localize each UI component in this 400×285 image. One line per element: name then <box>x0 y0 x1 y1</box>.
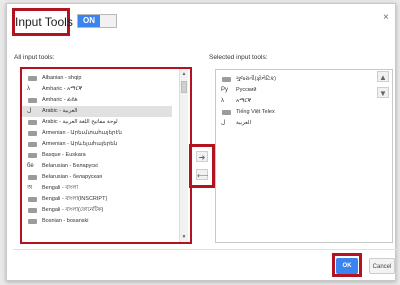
keyboard-icon <box>28 153 37 158</box>
selected-input-tools-list[interactable]: ગુજરાતી(ફોનેટિક) Py Русский λ አማርኛ Tiếng Việt… <box>215 69 393 243</box>
list-item-label: Arabic - العربية <box>42 108 78 114</box>
left-list-scrollbar[interactable]: ▲ ▼ <box>179 69 188 242</box>
ok-button[interactable]: OK <box>336 258 358 274</box>
move-down-icon[interactable]: ▼ <box>377 87 389 98</box>
keyboard-icon <box>28 131 37 136</box>
list-item[interactable]: Amharic - ፊደል <box>22 95 172 106</box>
list-item-label: Armenian - Արևելահայերեն <box>42 141 118 147</box>
list-item[interactable]: ગુજરાતી(ફોનેટિક) <box>216 74 366 85</box>
on-off-toggle[interactable]: ON <box>77 14 117 28</box>
cancel-button[interactable]: Cancel <box>369 258 395 274</box>
list-item-label: Русский <box>236 87 257 93</box>
list-item[interactable]: Basque - Euskara <box>22 150 172 161</box>
list-item[interactable]: Armenian - Արեւմտահայերէն <box>22 128 172 139</box>
list-item[interactable]: Py Русский <box>216 85 366 96</box>
list-item[interactable]: Albanian - shqip <box>22 73 172 84</box>
list-item-label: Amharic - ፊደል <box>42 97 78 103</box>
list-item[interactable]: Bosnian - bosanski <box>22 216 172 227</box>
list-item-label: Albanian - shqip <box>42 75 82 81</box>
list-item-label: Bengali - বাংলা(ফোনেটিক) <box>42 207 104 213</box>
list-item-label: العربية <box>236 120 252 126</box>
list-item-label: Bosnian - bosanski <box>42 218 89 224</box>
all-input-tools-list[interactable]: Albanian - shqip λ Amharic - አማርኛ Amharic -… <box>20 67 192 244</box>
list-item-label: ગુજરાતી(ફોનેટિક) <box>236 76 277 82</box>
lambda-icon: λ <box>27 86 30 92</box>
text-icon: бе <box>27 163 34 169</box>
list-item-label: Arabic - لوحة مفاتيح اللغة العربية <box>42 119 118 125</box>
add-right-arrow-icon[interactable]: ➜ <box>196 151 208 162</box>
list-item-label: Belarusian - беларуская <box>42 174 103 180</box>
list-item-label: Belarusian - Беларускі <box>42 163 98 169</box>
list-item[interactable]: Armenian - Արևելահայերեն <box>22 139 172 150</box>
list-item-label: Bengali - বাংলা(INSCRIPT) <box>42 196 108 202</box>
list-item[interactable]: Bengali - বাংলা(INSCRIPT) <box>22 194 172 205</box>
list-item-label: Armenian - Արեւմտահայերէն <box>42 130 122 136</box>
keyboard-icon <box>28 175 37 180</box>
scroll-up-icon[interactable]: ▲ <box>181 71 187 77</box>
list-item[interactable]: অ Bengali - বাংলা <box>22 183 172 194</box>
list-item[interactable]: ل العربية <box>216 118 366 129</box>
lambda-icon: λ <box>221 98 224 104</box>
all-input-tools-label: All input tools: <box>14 54 55 61</box>
list-item[interactable]: Bengali - বাংলা(ফোনেটিক) <box>22 205 172 216</box>
keyboard-icon <box>28 197 37 202</box>
bengali-icon: অ <box>27 185 33 191</box>
keyboard-icon <box>222 110 231 115</box>
list-item[interactable]: λ Amharic - አማርኛ <box>22 84 172 95</box>
keyboard-icon <box>28 208 37 213</box>
close-icon[interactable]: × <box>383 12 389 23</box>
toggle-on-label: ON <box>78 15 100 27</box>
dialog-title: Input Tools <box>15 15 73 29</box>
list-item-label: Amharic - አማርኛ <box>42 86 83 92</box>
remove-left-arrow-icon[interactable]: ⟵ <box>196 169 208 180</box>
list-item-label: Bengali - বাংলা <box>42 185 78 191</box>
arabic-icon: ل <box>221 120 226 126</box>
move-buttons-highlight-box: ➜ ⟵ <box>189 144 215 188</box>
input-tools-dialog: Input Tools ON × All input tools: Select… <box>6 3 400 281</box>
keyboard-icon <box>222 77 231 82</box>
list-item[interactable]: бе Belarusian - Беларускі <box>22 161 172 172</box>
keyboard-icon <box>28 142 37 147</box>
scrollbar-thumb[interactable] <box>181 81 187 93</box>
list-item[interactable]: Arabic - لوحة مفاتيح اللغة العربية <box>22 117 172 128</box>
list-item[interactable]: λ አማርኛ <box>216 96 366 107</box>
list-item-label: አማርኛ <box>236 98 252 104</box>
keyboard-icon <box>28 76 37 81</box>
russian-icon: Py <box>221 87 229 93</box>
footer-divider <box>13 249 400 250</box>
list-item[interactable]: ل Arabic - العربية <box>22 106 172 117</box>
selected-input-tools-label: Selected input tools: <box>209 54 268 61</box>
move-up-icon[interactable]: ▲ <box>377 71 389 82</box>
list-item[interactable]: Belarusian - беларуская <box>22 172 172 183</box>
scroll-down-icon[interactable]: ▼ <box>181 234 187 240</box>
list-item-label: Tiếng Việt Telex <box>236 109 275 115</box>
arabic-icon: ل <box>27 108 32 114</box>
list-item[interactable]: Tiếng Việt Telex <box>216 107 366 118</box>
keyboard-icon <box>28 98 37 103</box>
keyboard-icon <box>28 120 37 125</box>
keyboard-icon <box>28 219 37 224</box>
list-item-label: Basque - Euskara <box>42 152 86 158</box>
